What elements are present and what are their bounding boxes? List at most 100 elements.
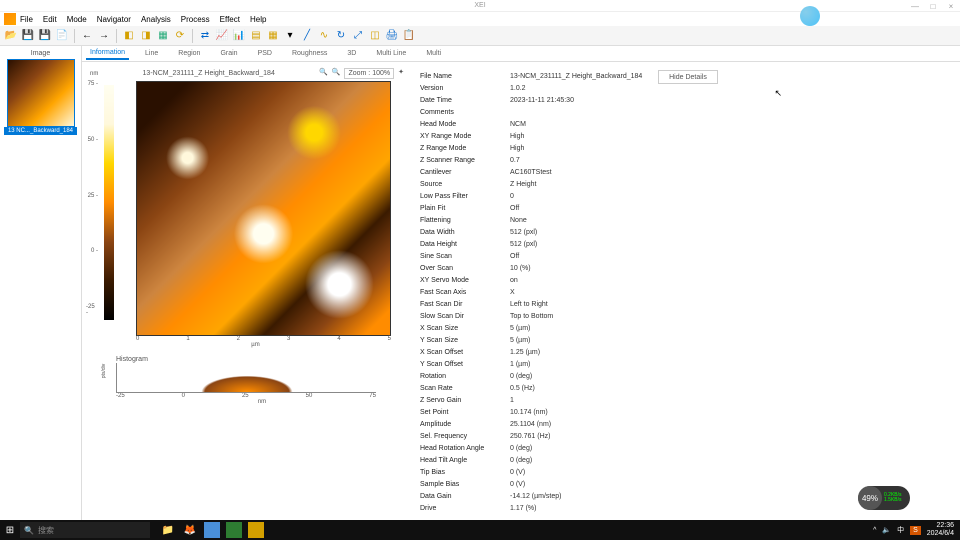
rotate-icon[interactable]: ↻: [334, 29, 348, 43]
image-thumbnail[interactable]: [7, 59, 75, 127]
tab-multiline[interactable]: Multi Line: [372, 48, 410, 59]
detail-row: FlatteningNone: [420, 214, 650, 226]
open-icon[interactable]: 📂: [4, 29, 18, 43]
window-title: XEI: [474, 0, 485, 12]
detail-row: Rotation0 (deg): [420, 370, 650, 382]
menu-help[interactable]: Help: [250, 15, 266, 24]
tray-ime-icon[interactable]: S: [910, 526, 921, 535]
zoom-level[interactable]: Zoom : 100%: [344, 68, 394, 79]
detail-row: Sel. Frequency250.761 (Hz): [420, 430, 650, 442]
detail-row: Drive1.17 (%): [420, 502, 650, 514]
grid-icon[interactable]: ▦: [266, 29, 280, 43]
tray-net-icon[interactable]: 🔈: [882, 526, 891, 534]
menu-navigator[interactable]: Navigator: [97, 15, 131, 24]
tab-information[interactable]: Information: [86, 47, 129, 60]
tab-psd[interactable]: PSD: [254, 48, 276, 59]
app3-icon[interactable]: [248, 522, 264, 538]
menu-analysis[interactable]: Analysis: [141, 15, 171, 24]
detail-row: Scan Rate0.5 (Hz): [420, 382, 650, 394]
detail-row: Head Rotation Angle0 (deg): [420, 442, 650, 454]
detail-row: Sample Bias0 (V): [420, 478, 650, 490]
tool-c-icon[interactable]: ▦: [156, 29, 170, 43]
toolbar: 📂 💾 💾 📄 ← → ◧ ◨ ▦ ⟳ ⇄ 📈 📊 ▤ ▦ ▾ ╱ ∿ ↻ ⤢ …: [0, 26, 960, 46]
chart2-icon[interactable]: 📊: [232, 29, 246, 43]
taskbar-search[interactable]: 🔍 搜索: [20, 522, 150, 538]
detail-row: X Scan Offset1.25 (µm): [420, 346, 650, 358]
tab-line[interactable]: Line: [141, 48, 162, 59]
print-icon[interactable]: 🖨: [385, 29, 399, 43]
save-icon[interactable]: 💾: [21, 29, 35, 43]
detail-row: Low Pass Filter0: [420, 190, 650, 202]
detail-row: Sine ScanOff: [420, 250, 650, 262]
detail-row: Head ModeNCM: [420, 118, 650, 130]
app-logo-icon: [4, 13, 16, 25]
tab-roughness[interactable]: Roughness: [288, 48, 331, 59]
zoom-in-icon[interactable]: 🔍: [319, 68, 328, 79]
expand-icon[interactable]: ⤢: [351, 29, 365, 43]
menu-file[interactable]: File: [20, 15, 33, 24]
export-icon[interactable]: 📄: [55, 29, 69, 43]
app1-icon[interactable]: [204, 522, 220, 538]
menu-process[interactable]: Process: [181, 15, 210, 24]
line-icon[interactable]: ╱: [300, 29, 314, 43]
zoom-out-icon[interactable]: 🔍: [332, 68, 341, 79]
detail-row: XY Range ModeHigh: [420, 130, 650, 142]
thumbnail-label: 13 NC..._Backward_184: [4, 127, 77, 135]
afm-heatmap[interactable]: [136, 81, 391, 336]
detail-row: Comments: [420, 106, 650, 118]
explorer-icon[interactable]: 📁: [160, 522, 176, 538]
menu-edit[interactable]: Edit: [43, 15, 57, 24]
assistant-orb-icon[interactable]: [800, 6, 820, 26]
chart3-icon[interactable]: ▤: [249, 29, 263, 43]
minimize-button[interactable]: —: [906, 0, 924, 12]
app2-icon[interactable]: [226, 522, 242, 538]
back-icon[interactable]: ←: [80, 29, 94, 43]
forward-icon[interactable]: →: [97, 29, 111, 43]
detail-row: Plain FitOff: [420, 202, 650, 214]
y-axis-ticks: [120, 81, 136, 336]
perf-percent: 49%: [858, 486, 882, 510]
sidebar: Image 13 NC..._Backward_184: [0, 46, 82, 520]
menu-effect[interactable]: Effect: [220, 15, 240, 24]
tray-lang-icon[interactable]: 中: [897, 525, 904, 535]
detail-row: Over Scan10 (%): [420, 262, 650, 274]
tab-3d[interactable]: 3D: [343, 48, 360, 59]
histogram-plot: pts/div: [116, 363, 376, 393]
maximize-button[interactable]: □: [924, 0, 942, 12]
start-button[interactable]: ⊞: [0, 520, 20, 540]
chart1-icon[interactable]: 📈: [215, 29, 229, 43]
detail-row: Fast Scan DirLeft to Right: [420, 298, 650, 310]
close-button[interactable]: ×: [942, 0, 960, 12]
x-unit: µm: [120, 342, 391, 348]
tool-a-icon[interactable]: ◧: [122, 29, 136, 43]
detail-row: Z Servo Gain1: [420, 394, 650, 406]
detail-row: Slow Scan DirTop to Bottom: [420, 310, 650, 322]
plot-panel: nm 13-NCM_231111_Z Height_Backward_184 🔍…: [82, 62, 412, 520]
tray-up-icon[interactable]: ^: [873, 527, 876, 534]
tab-multi[interactable]: Multi: [422, 48, 445, 59]
swap-icon[interactable]: ⇄: [198, 29, 212, 43]
taskbar: ⊞ 🔍 搜索 📁 🦊 ^ 🔈 中 S 22:362024/6/4: [0, 520, 960, 540]
performance-badge[interactable]: 49% 0.2KB/s1.5KB/s: [858, 486, 910, 510]
detail-row: Y Scan Offset1 (µm): [420, 358, 650, 370]
detail-row: Fast Scan AxisX: [420, 286, 650, 298]
hide-details-button[interactable]: Hide Details: [658, 70, 718, 84]
settings-icon[interactable]: ✦: [398, 68, 404, 79]
doc-icon[interactable]: 📋: [402, 29, 416, 43]
detail-row: Data Height512 (pxl): [420, 238, 650, 250]
refresh-icon[interactable]: ⟳: [173, 29, 187, 43]
curve-icon[interactable]: ∿: [317, 29, 331, 43]
tab-region[interactable]: Region: [174, 48, 204, 59]
sidebar-title: Image: [4, 50, 77, 57]
save-all-icon[interactable]: 💾: [38, 29, 52, 43]
system-tray[interactable]: ^ 🔈 中 S 22:362024/6/4: [873, 522, 960, 537]
search-icon: 🔍: [24, 526, 34, 535]
dropdown-icon[interactable]: ▾: [283, 29, 297, 43]
detail-row: File Name13-NCM_231111_Z Height_Backward…: [420, 70, 650, 82]
firefox-icon[interactable]: 🦊: [182, 522, 198, 538]
tab-grain[interactable]: Grain: [216, 48, 241, 59]
tool-b-icon[interactable]: ◨: [139, 29, 153, 43]
menu-mode[interactable]: Mode: [67, 15, 87, 24]
preset-icon[interactable]: ◫: [368, 29, 382, 43]
detail-row: Head Tilt Angle0 (deg): [420, 454, 650, 466]
